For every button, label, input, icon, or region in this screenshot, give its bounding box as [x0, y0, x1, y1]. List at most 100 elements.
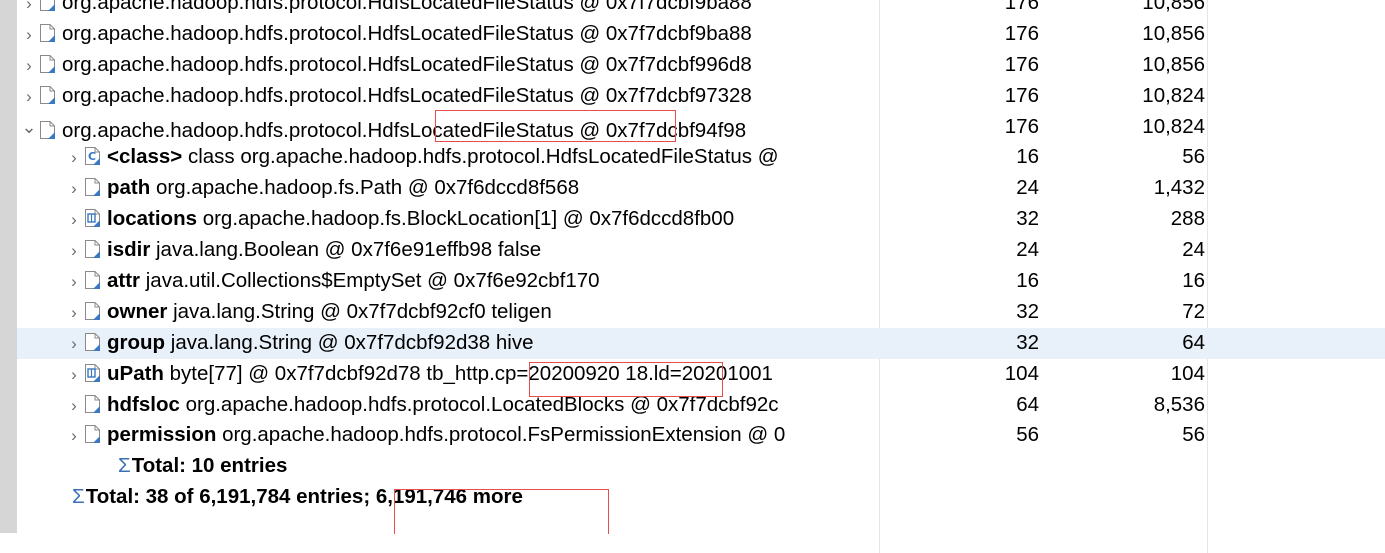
chevron-right-icon[interactable]: ›: [64, 391, 84, 421]
shallow-heap-cell: 104: [1004, 361, 1039, 385]
chevron-right-icon[interactable]: ›: [19, 20, 39, 50]
object-icon: [39, 54, 56, 74]
object-name-cell: › uPath byte[77] @ 0x7f7dcbf92d78 tb_http…: [17, 359, 879, 390]
retained-heap-cell: 72: [1182, 299, 1205, 323]
object-description: org.apache.hadoop.hdfs.protocol.HdfsLoca…: [62, 52, 752, 76]
tree-row-object[interactable]: › org.apache.hadoop.hdfs.protocol.HdfsLoc…: [17, 0, 1385, 19]
object-name-cell: › org.apache.hadoop.hdfs.protocol.HdfsLoc…: [17, 19, 879, 50]
tree-row-object[interactable]: ⌄ org.apache.hadoop.hdfs.protocol.HdfsLoc…: [17, 112, 1385, 143]
object-description: org.apache.hadoop.hdfs.protocol.HdfsLoca…: [62, 118, 747, 142]
retained-heap-cell: 1,432: [1153, 176, 1205, 200]
shallow-heap-cell: 176: [1004, 52, 1039, 76]
object-name-cell: › hdfsloc org.apache.hadoop.hdfs.protocol…: [17, 390, 879, 421]
chevron-right-icon[interactable]: ›: [19, 0, 39, 19]
shallow-heap-cell: 32: [1016, 330, 1039, 354]
tree-row-field[interactable]: › attr java.util.Collections$EmptySet @ 0…: [17, 266, 1385, 297]
tree-row-field[interactable]: › locations org.apache.hadoop.fs.BlockLoc…: [17, 204, 1385, 235]
retained-heap-cell: 56: [1182, 423, 1205, 447]
field-name: attr: [107, 269, 141, 293]
field-name: uPath: [107, 361, 164, 385]
object-name-cell: ⌄ org.apache.hadoop.hdfs.protocol.HdfsLoc…: [17, 112, 879, 143]
chevron-down-icon[interactable]: ⌄: [19, 112, 39, 143]
chevron-right-icon[interactable]: ›: [64, 329, 84, 359]
class-icon: C: [84, 146, 101, 166]
array-icon: [84, 208, 101, 228]
total-label: Total: 38 of 6,191,784 entries; 6,191,74…: [85, 485, 523, 509]
shallow-heap-cell: 176: [1004, 21, 1039, 45]
tree-row-object[interactable]: › org.apache.hadoop.hdfs.protocol.HdfsLoc…: [17, 81, 1385, 112]
chevron-right-icon[interactable]: ›: [19, 82, 39, 112]
shallow-heap-cell: 16: [1016, 145, 1039, 169]
retained-heap-cell: 56: [1182, 145, 1205, 169]
chevron-right-icon[interactable]: ›: [64, 143, 84, 173]
object-name-cell: › group java.lang.String @ 0x7f7dcbf92d38…: [17, 328, 879, 359]
chevron-right-icon[interactable]: ›: [64, 360, 84, 390]
shallow-heap-cell: 24: [1016, 176, 1039, 200]
object-description: java.lang.String @ 0x7f7dcbf92cf0 telige…: [167, 299, 552, 323]
chevron-right-icon[interactable]: ›: [64, 174, 84, 204]
retained-heap-cell: 288: [1170, 207, 1205, 231]
chevron-right-icon[interactable]: ›: [64, 298, 84, 328]
shallow-heap-cell: 32: [1016, 207, 1039, 231]
object-name-cell: › permission org.apache.hadoop.hdfs.proto…: [17, 420, 879, 451]
sigma-icon: Σ: [72, 485, 85, 509]
object-icon: [84, 301, 101, 321]
object-icon: [84, 394, 101, 414]
object-description: org.apache.hadoop.fs.Path @ 0x7f6dccd8f5…: [150, 176, 580, 200]
tree-row-field[interactable]: › path org.apache.hadoop.fs.Path @ 0x7f6d…: [17, 173, 1385, 204]
tree-row-field[interactable]: › owner java.lang.String @ 0x7f7dcbf92cf0…: [17, 297, 1385, 328]
tree-row-object[interactable]: › org.apache.hadoop.hdfs.protocol.HdfsLoc…: [17, 19, 1385, 50]
chevron-right-icon[interactable]: ›: [19, 51, 39, 81]
shallow-heap-cell: 24: [1016, 238, 1039, 262]
object-description: byte[77] @ 0x7f7dcbf92d78 tb_http.cp=202…: [163, 361, 773, 385]
chevron-right-icon[interactable]: ›: [64, 267, 84, 297]
object-name-cell: › locations org.apache.hadoop.fs.BlockLoc…: [17, 204, 879, 235]
heap-object-tree[interactable]: › org.apache.hadoop.hdfs.protocol.HdfsLoc…: [17, 0, 1385, 553]
sigma-icon: Σ: [118, 454, 131, 478]
object-name-cell: › path org.apache.hadoop.fs.Path @ 0x7f6d…: [17, 173, 879, 204]
object-name-cell: › attr java.util.Collections$EmptySet @ 0…: [17, 266, 879, 297]
object-icon: [39, 23, 56, 43]
tree-row-object[interactable]: › org.apache.hadoop.hdfs.protocol.HdfsLoc…: [17, 50, 1385, 81]
chevron-right-icon[interactable]: ›: [64, 236, 84, 266]
object-description: java.lang.String @ 0x7f7dcbf92d38 hive: [165, 330, 534, 354]
field-name: isdir: [107, 238, 151, 262]
shallow-heap-cell: 32: [1016, 299, 1039, 323]
object-icon: [39, 120, 56, 140]
field-name: locations: [107, 207, 197, 231]
object-icon: [84, 332, 101, 352]
tree-row-field[interactable]: › hdfsloc org.apache.hadoop.hdfs.protocol…: [17, 390, 1385, 421]
retained-heap-cell: 16: [1182, 269, 1205, 293]
total-label: Total: 10 entries: [131, 454, 288, 478]
object-description: org.apache.hadoop.fs.BlockLocation[1] @ …: [197, 207, 735, 231]
shallow-heap-cell: 16: [1016, 269, 1039, 293]
tree-row-field[interactable]: › group java.lang.String @ 0x7f7dcbf92d38…: [17, 327, 1385, 359]
shallow-heap-cell: 176: [1004, 0, 1039, 14]
chevron-right-icon[interactable]: ›: [64, 421, 84, 451]
field-name: hdfsloc: [107, 392, 180, 416]
object-name-cell: › org.apache.hadoop.hdfs.protocol.HdfsLoc…: [17, 50, 879, 81]
array-icon: [84, 363, 101, 383]
shallow-heap-cell: 64: [1016, 392, 1039, 416]
retained-heap-cell: 10,824: [1142, 114, 1205, 138]
tree-row-field[interactable]: › isdir java.lang.Boolean @ 0x7f6e91effb9…: [17, 235, 1385, 266]
object-icon: [84, 270, 101, 290]
tree-row-field[interactable]: › C <class> class org.apache.hadoop.hdfs.p…: [17, 142, 1385, 173]
object-description: org.apache.hadoop.hdfs.protocol.HdfsLoca…: [62, 83, 752, 107]
tree-row-field[interactable]: › uPath byte[77] @ 0x7f7dcbf92d78 tb_http…: [17, 359, 1385, 390]
object-name-cell: › org.apache.hadoop.hdfs.protocol.HdfsLoc…: [17, 0, 879, 19]
object-icon: [84, 239, 101, 259]
svg-text:C: C: [88, 150, 96, 163]
shallow-heap-cell: 176: [1004, 114, 1039, 138]
object-name-cell: › owner java.lang.String @ 0x7f7dcbf92cf0…: [17, 297, 879, 328]
field-name: <class>: [107, 145, 183, 169]
retained-heap-cell: 10,824: [1142, 83, 1205, 107]
object-name-cell: › org.apache.hadoop.hdfs.protocol.HdfsLoc…: [17, 81, 879, 112]
shallow-heap-cell: 56: [1016, 423, 1039, 447]
retained-heap-cell: 10,856: [1142, 52, 1205, 76]
object-name-cell: › isdir java.lang.Boolean @ 0x7f6e91effb9…: [17, 235, 879, 266]
object-icon: [84, 177, 101, 197]
outer-total-row: ΣTotal: 38 of 6,191,784 entries; 6,191,7…: [17, 482, 1385, 513]
chevron-right-icon[interactable]: ›: [64, 205, 84, 235]
tree-row-field[interactable]: › permission org.apache.hadoop.hdfs.proto…: [17, 420, 1385, 451]
